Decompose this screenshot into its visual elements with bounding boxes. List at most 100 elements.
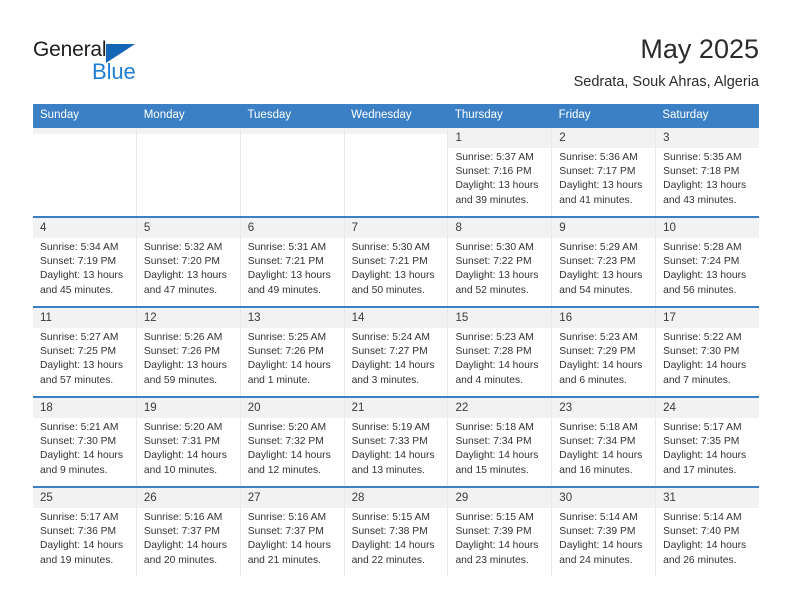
day-cell[interactable] [33,128,137,216]
daylight-text-line2: and 19 minutes. [40,554,114,566]
daylight-text-line1: Daylight: 14 hours [351,360,435,372]
daylight-text-line1: Daylight: 14 hours [559,450,643,462]
day-details: Sunrise: 5:16 AM Sunset: 7:37 PM Dayligh… [241,508,344,568]
day-cell[interactable] [136,128,241,216]
day-details: Sunrise: 5:19 AM Sunset: 7:33 PM Dayligh… [345,418,448,478]
day-number: 12 [136,308,240,328]
sunset-text: Sunset: 7:29 PM [559,346,636,358]
daylight-text-line1: Daylight: 13 hours [351,270,435,282]
day-cell[interactable]: 7 Sunrise: 5:30 AM Sunset: 7:21 PM Dayli… [344,218,449,306]
calendar-page: General Blue May 2025 Sedrata, Souk Ahra… [0,0,792,612]
day-cell[interactable]: 16 Sunrise: 5:23 AM Sunset: 7:29 PM Dayl… [552,308,657,396]
daylight-text-line2: and 16 minutes. [559,464,633,476]
day-cell[interactable]: 18 Sunrise: 5:21 AM Sunset: 7:30 PM Dayl… [33,398,137,486]
day-cell[interactable]: 10 Sunrise: 5:28 AM Sunset: 7:24 PM Dayl… [656,218,760,306]
sunrise-text: Sunrise: 5:27 AM [40,332,119,343]
sunset-text: Sunset: 7:36 PM [40,526,117,538]
day-number: 29 [448,488,552,508]
day-details [241,134,344,137]
daylight-text-line2: and 59 minutes. [143,374,218,386]
weekday-monday: Monday [143,109,185,121]
sunrise-text: Sunrise: 5:18 AM [559,422,638,433]
day-cell[interactable]: 26 Sunrise: 5:16 AM Sunset: 7:37 PM Dayl… [136,488,241,576]
sunrise-text: Sunrise: 5:30 AM [455,242,534,253]
daylight-text-line1: Daylight: 14 hours [351,450,435,462]
day-cell[interactable]: 24 Sunrise: 5:17 AM Sunset: 7:35 PM Dayl… [656,398,760,486]
day-cell[interactable]: 25 Sunrise: 5:17 AM Sunset: 7:36 PM Dayl… [33,488,137,576]
daylight-text-line1: Daylight: 13 hours [143,270,227,282]
day-number: 27 [240,488,344,508]
sunrise-text: Sunrise: 5:37 AM [455,152,534,163]
day-cell[interactable]: 9 Sunrise: 5:29 AM Sunset: 7:23 PM Dayli… [552,218,657,306]
day-cell[interactable]: 12 Sunrise: 5:26 AM Sunset: 7:26 PM Dayl… [136,308,241,396]
sunrise-text: Sunrise: 5:34 AM [40,242,119,253]
sunrise-text: Sunrise: 5:23 AM [559,332,638,343]
daylight-text-line1: Daylight: 14 hours [247,360,331,372]
daylight-text-line1: Daylight: 14 hours [559,540,643,552]
page-header: General Blue May 2025 Sedrata, Souk Ahra… [0,0,792,100]
day-details: Sunrise: 5:32 AM Sunset: 7:20 PM Dayligh… [137,238,240,298]
sunrise-text: Sunrise: 5:22 AM [663,332,742,343]
day-cell[interactable]: 13 Sunrise: 5:25 AM Sunset: 7:26 PM Dayl… [240,308,345,396]
day-cell[interactable]: 14 Sunrise: 5:24 AM Sunset: 7:27 PM Dayl… [344,308,449,396]
day-cell[interactable]: 2 Sunrise: 5:36 AM Sunset: 7:17 PM Dayli… [552,128,657,216]
day-cell[interactable] [344,128,449,216]
daylight-text-line1: Daylight: 13 hours [40,360,123,372]
sunrise-text: Sunrise: 5:14 AM [663,512,742,523]
day-cell[interactable]: 22 Sunrise: 5:18 AM Sunset: 7:34 PM Dayl… [448,398,553,486]
day-cell[interactable]: 6 Sunrise: 5:31 AM Sunset: 7:21 PM Dayli… [240,218,345,306]
day-cell[interactable]: 21 Sunrise: 5:19 AM Sunset: 7:33 PM Dayl… [344,398,449,486]
day-cell[interactable]: 17 Sunrise: 5:22 AM Sunset: 7:30 PM Dayl… [656,308,760,396]
day-cell[interactable]: 20 Sunrise: 5:20 AM Sunset: 7:32 PM Dayl… [240,398,345,486]
sunrise-text: Sunrise: 5:17 AM [663,422,742,433]
day-cell[interactable]: 11 Sunrise: 5:27 AM Sunset: 7:25 PM Dayl… [33,308,137,396]
day-cell[interactable]: 28 Sunrise: 5:15 AM Sunset: 7:38 PM Dayl… [344,488,449,576]
daylight-text-line1: Daylight: 14 hours [40,450,123,462]
day-number: 3 [656,128,760,148]
day-cell[interactable]: 4 Sunrise: 5:34 AM Sunset: 7:19 PM Dayli… [33,218,137,306]
day-cell[interactable]: 29 Sunrise: 5:15 AM Sunset: 7:39 PM Dayl… [448,488,553,576]
day-details: Sunrise: 5:25 AM Sunset: 7:26 PM Dayligh… [241,328,344,388]
daylight-text-line2: and 10 minutes. [143,464,218,476]
day-cell[interactable]: 5 Sunrise: 5:32 AM Sunset: 7:20 PM Dayli… [136,218,241,306]
day-cell[interactable]: 31 Sunrise: 5:14 AM Sunset: 7:40 PM Dayl… [656,488,760,576]
day-cell[interactable]: 15 Sunrise: 5:23 AM Sunset: 7:28 PM Dayl… [448,308,553,396]
calendar-week-row: 1 Sunrise: 5:37 AM Sunset: 7:16 PM Dayli… [33,128,760,216]
day-number: 8 [448,218,552,238]
daylight-text-line2: and 1 minute. [247,374,311,386]
day-cell[interactable]: 30 Sunrise: 5:14 AM Sunset: 7:39 PM Dayl… [552,488,657,576]
day-cell[interactable]: 19 Sunrise: 5:20 AM Sunset: 7:31 PM Dayl… [136,398,241,486]
sunset-text: Sunset: 7:38 PM [351,526,428,538]
sunrise-text: Sunrise: 5:18 AM [455,422,534,433]
day-cell[interactable] [240,128,345,216]
sunrise-text: Sunrise: 5:29 AM [559,242,638,253]
sunset-text: Sunset: 7:37 PM [143,526,220,538]
sunrise-text: Sunrise: 5:32 AM [143,242,223,253]
sunset-text: Sunset: 7:18 PM [663,166,740,178]
day-details: Sunrise: 5:18 AM Sunset: 7:34 PM Dayligh… [448,418,551,478]
daylight-text-line2: and 56 minutes. [663,284,737,296]
day-details: Sunrise: 5:14 AM Sunset: 7:39 PM Dayligh… [552,508,655,568]
daylight-text-line1: Daylight: 13 hours [663,180,747,192]
daylight-text-line2: and 45 minutes. [40,284,114,296]
sunset-text: Sunset: 7:34 PM [559,436,636,448]
title-block: May 2025 Sedrata, Souk Ahras, Algeria [574,33,759,91]
day-cell[interactable]: 27 Sunrise: 5:16 AM Sunset: 7:37 PM Dayl… [240,488,345,576]
day-details: Sunrise: 5:20 AM Sunset: 7:31 PM Dayligh… [137,418,240,478]
sunset-text: Sunset: 7:19 PM [40,256,117,268]
day-cell[interactable]: 8 Sunrise: 5:30 AM Sunset: 7:22 PM Dayli… [448,218,553,306]
sunrise-text: Sunrise: 5:21 AM [40,422,119,433]
sunset-text: Sunset: 7:24 PM [663,256,740,268]
day-cell[interactable]: 3 Sunrise: 5:35 AM Sunset: 7:18 PM Dayli… [656,128,760,216]
day-details: Sunrise: 5:28 AM Sunset: 7:24 PM Dayligh… [656,238,759,298]
day-number: 21 [344,398,448,418]
day-number: 14 [344,308,448,328]
sunrise-text: Sunrise: 5:24 AM [351,332,430,343]
general-blue-logo[interactable]: General Blue [33,38,253,90]
day-cell[interactable]: 23 Sunrise: 5:18 AM Sunset: 7:34 PM Dayl… [552,398,657,486]
day-number: 22 [448,398,552,418]
day-number: 11 [33,308,136,328]
day-number: 25 [33,488,136,508]
sunrise-text: Sunrise: 5:19 AM [351,422,430,433]
day-cell[interactable]: 1 Sunrise: 5:37 AM Sunset: 7:16 PM Dayli… [448,128,553,216]
